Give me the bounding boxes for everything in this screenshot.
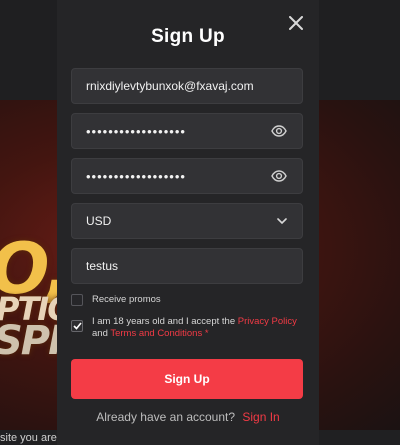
privacy-policy-link[interactable]: Privacy Policy [238, 316, 297, 327]
password-field[interactable]: •••••••••••••••••• [71, 113, 303, 149]
toggle-confirm-password-visibility[interactable] [270, 167, 288, 185]
signin-prompt: Already have an account? Sign In [57, 410, 319, 424]
terms-row: I am 18 years old and I accept the Priva… [71, 316, 304, 340]
terms-text: I am 18 years old and I accept the Priva… [92, 316, 304, 340]
terms-text-and: and [92, 328, 108, 339]
email-field[interactable] [71, 68, 303, 104]
promo-code-field[interactable] [71, 248, 303, 284]
promo-code-input[interactable] [86, 259, 288, 273]
backdrop-cut-text: site you are [0, 432, 57, 444]
email-input[interactable] [86, 79, 288, 93]
currency-value: USD [86, 214, 112, 228]
currency-select[interactable]: USD [71, 203, 303, 239]
terms-text-prefix: I am 18 years old and I accept the [92, 316, 236, 327]
receive-promos-label: Receive promos [92, 294, 161, 305]
eye-icon [271, 170, 287, 182]
check-icon [72, 322, 82, 330]
receive-promos-checkbox[interactable] [71, 294, 83, 306]
modal-title: Sign Up [151, 26, 225, 47]
required-mark: * [204, 328, 209, 339]
confirm-password-field[interactable]: •••••••••••••••••• [71, 158, 303, 194]
toggle-password-visibility[interactable] [270, 122, 288, 140]
sign-in-link[interactable]: Sign In [242, 410, 279, 424]
already-account-text: Already have an account? [96, 410, 236, 424]
password-input[interactable]: •••••••••••••••••• [86, 124, 270, 139]
eye-icon [271, 125, 287, 137]
terms-conditions-link[interactable]: Terms and Conditions [110, 328, 202, 339]
banner-deco-text-3: SPI [0, 318, 63, 364]
chevron-down-icon [276, 215, 288, 227]
sign-up-button[interactable]: Sign Up [71, 359, 303, 399]
terms-checkbox[interactable] [71, 320, 83, 332]
confirm-password-input[interactable]: •••••••••••••••••• [86, 169, 270, 184]
receive-promos-row[interactable]: Receive promos [71, 294, 161, 306]
